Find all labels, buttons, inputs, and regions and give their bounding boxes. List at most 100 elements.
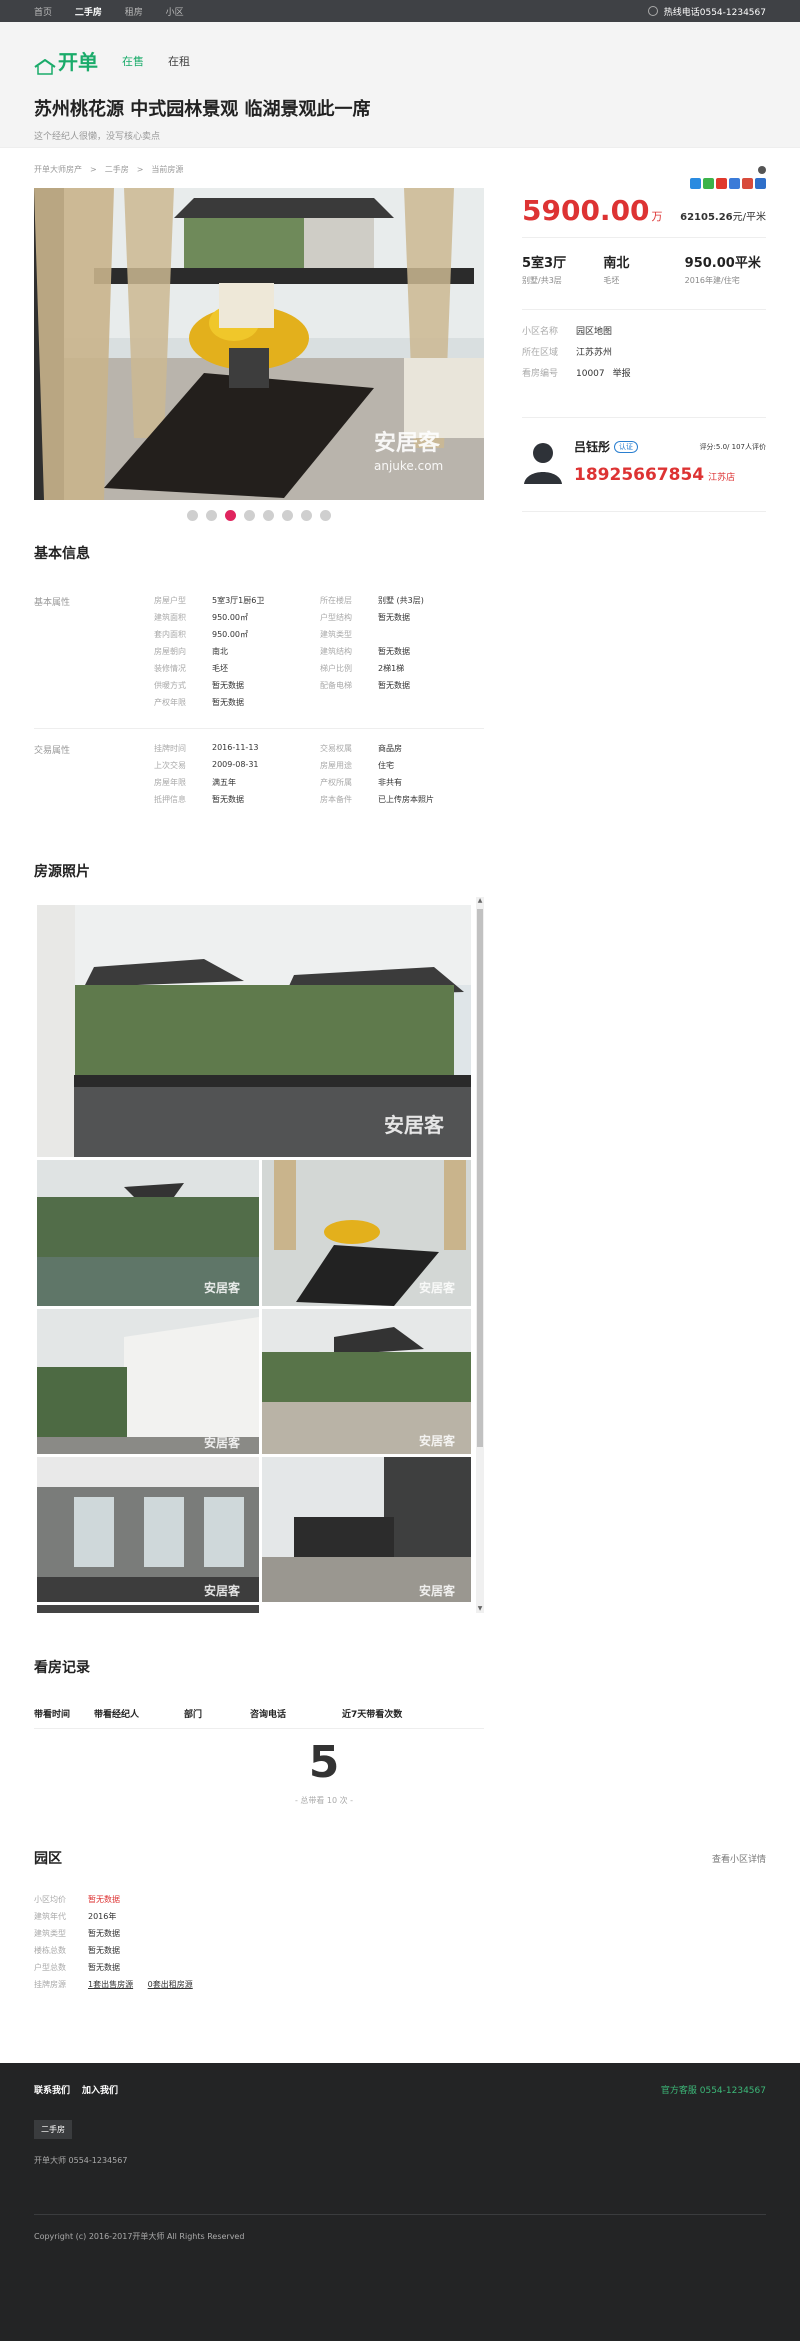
share-renren-icon[interactable] [742,178,753,189]
price-unit: 万 [651,210,663,223]
svg-text:安居客: 安居客 [419,1280,456,1295]
photo-dot[interactable] [263,510,274,521]
share-buttons [680,166,766,189]
province-link[interactable]: 江苏 [576,348,594,358]
site-logo[interactable]: 开单 [34,46,98,75]
photo-balcony[interactable]: 安居客 [262,1457,471,1602]
top-nav-secondhand[interactable]: 二手房 [75,8,102,18]
photo-dot[interactable] [187,510,198,521]
community-detail-link[interactable]: 查看小区详情 [712,1852,766,1865]
tab-for-sale[interactable]: 在售 [122,53,144,69]
photo-large[interactable]: 安居客 [37,905,471,1157]
community-link[interactable]: 园区 [576,327,594,337]
top-nav-rent[interactable]: 租房 [125,8,143,18]
scroll-down-icon[interactable]: ▼ [476,1605,484,1613]
attr-label: 所在楼层 [320,596,352,605]
house-logo-icon [34,59,56,75]
photo-gallery: 安居客 anjuke.com [34,188,484,521]
report-link[interactable]: 举报 [613,369,631,379]
city-link[interactable]: 苏州 [594,348,612,358]
footer-phone: 开单大师 0554-1234567 [34,2156,128,2165]
breadcrumb-secondhand[interactable]: 二手房 [105,165,129,174]
photo-dot[interactable] [320,510,331,521]
photo-dot-active[interactable] [225,510,236,521]
community-title: 园区 [34,1851,62,1867]
svg-text:安居客: 安居客 [204,1435,241,1450]
verified-badge: 认证 [614,440,639,453]
service-hotline: 官方客服 0554-1234567 [660,2086,766,2096]
photo-dot[interactable] [206,510,217,521]
agent-name[interactable]: 吕钰彤 [574,438,610,455]
photo-dot[interactable] [301,510,312,521]
attr-value: 2009-08-31 [212,760,259,769]
attr-label: 上次交易 [154,761,186,770]
share-wechat-icon[interactable] [703,178,714,189]
rent-listings-link[interactable]: 0套出租房源 [148,1980,193,1989]
attr-label: 套内面积 [154,630,186,639]
hero-photo-image: 安居客 anjuke.com [34,188,484,500]
attr-value [378,697,484,708]
photo-pond[interactable]: 安居客 [37,1160,259,1306]
visit-count: 5 - 总带看 10 次 - [274,1741,374,1806]
join-us-link[interactable]: 加入我们 [82,2083,118,2096]
attr-label: 产权所属 [320,778,352,787]
attr-label: 抵押信息 [154,795,186,804]
photo-scrollbar[interactable]: ▲ ▼ [476,897,484,1613]
scroll-thumb[interactable] [477,909,483,1447]
footer-secondhand-button[interactable]: 二手房 [34,2120,72,2139]
agent-card: 吕钰彤 认证 评分:5.0/ 107人评价 18925667854 江苏店 [522,418,766,512]
svg-text:安居客: 安居客 [204,1280,241,1295]
visit-records-section: 看房记录 带看时间 带看经纪人 部门 咨询电话 近7天带看次数 5 - 总带看 … [34,1657,484,1806]
photo-dot[interactable] [244,510,255,521]
attr-label: 交易权属 [320,744,352,753]
photo-dots [34,510,484,521]
attr-value: 满五年 [212,778,236,787]
attr-label: 装修情况 [154,664,186,673]
photo-dot[interactable] [282,510,293,521]
contact-us-link[interactable]: 联系我们 [34,2083,70,2096]
attr-label: 房屋户型 [154,596,186,605]
hero-photo[interactable]: 安居客 anjuke.com [34,188,484,500]
spec-summary: 5室3厅 别墅/共3层 南北 毛坯 950.00平米 2016年建/住宅 [522,238,766,310]
top-nav-community[interactable]: 小区 [166,8,184,18]
photo-white-wall[interactable]: 安居客 [37,1309,259,1454]
top-nav-home[interactable]: 首页 [34,8,52,18]
agent-score: 评分:5.0/ 107人评价 [699,442,766,451]
agent-phone[interactable]: 18925667854 [574,465,704,485]
share-weibo-icon[interactable] [716,178,727,189]
svg-text:安居客: 安居客 [384,1113,445,1137]
logo-text: 开单 [58,50,98,74]
tab-for-rent[interactable]: 在租 [168,53,190,69]
breadcrumb: 开单大师房产 > 二手房 > 当前房源 [34,165,184,174]
svg-text:anjuke.com: anjuke.com [374,459,443,473]
attr-value: 950.00㎡ [212,613,248,622]
settings-icon[interactable] [758,166,766,174]
attr-label: 房屋朝向 [154,647,186,656]
visit-records-title: 看房记录 [34,1660,90,1676]
map-link[interactable]: 地图 [594,327,612,337]
hotline: 热线电话0554-1234567 [647,5,766,18]
photo-terrace[interactable]: 安居客 [262,1160,471,1306]
breadcrumb-home[interactable]: 开单大师房产 [34,165,82,174]
attr-value: 毛坯 [212,664,228,673]
photo-interior[interactable]: 安居客 [37,1457,259,1602]
attr-value: 非共有 [378,778,402,787]
photo-rockery[interactable]: 安居客 [262,1309,471,1454]
attr-label: 建筑结构 [320,647,352,656]
sale-listings-link[interactable]: 1套出售房源 [88,1980,133,1989]
attr-label [320,697,378,708]
scroll-up-icon[interactable]: ▲ [476,897,484,905]
photo-scroll-area[interactable]: 安居客 安居客 安居客 安居客 安居客 安居客 安居客 ▲ ▼ [34,897,484,1613]
attr-value: 2016-11-13 [212,743,259,752]
share-qzone-icon[interactable] [690,178,701,189]
share-tencent-icon[interactable] [729,178,740,189]
attr-value: 950.00㎡ [212,630,248,639]
attr-label: 供暖方式 [154,681,186,690]
share-douban-icon[interactable] [755,178,766,189]
spec-orientation: 南北 毛坯 [603,256,630,285]
attr-label: 房屋用途 [320,761,352,770]
top-bar: 首页 二手房 租房 小区 热线电话0554-1234567 [0,0,800,22]
listing-facts: 小区名称 园区地图 所在区域 江苏苏州 看房编号 10007 举报 [522,310,766,418]
community-info: 小区均价 暂无数据 建筑年代 2016年 建筑类型 暂无数据 楼栋总数 暂无数据 户型总… [34,1895,193,1989]
attr-value: 暂无数据 [378,681,410,690]
